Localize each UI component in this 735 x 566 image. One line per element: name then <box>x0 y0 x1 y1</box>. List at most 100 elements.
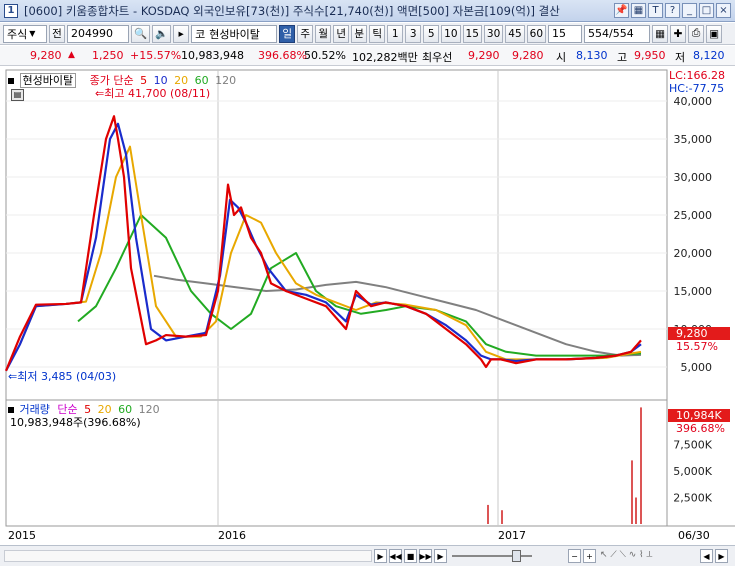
best-bid-price: 9,280 <box>512 49 544 62</box>
y-tick-label: 5,000 <box>681 361 713 374</box>
sync-icon[interactable]: T <box>648 3 663 18</box>
interval-select[interactable]: 15 <box>548 24 583 43</box>
scroll-left-arrow-icon[interactable]: ◀ <box>700 549 713 563</box>
current-price-label: 9,280 <box>676 327 708 340</box>
arrow-icon[interactable]: ▸ <box>173 24 190 43</box>
security-type-label: 주식 <box>7 27 28 41</box>
interval-45-button[interactable]: 45 <box>505 24 525 43</box>
zoom-slider-handle[interactable] <box>512 550 521 562</box>
left-arrow-icon: ⇐ <box>95 87 105 100</box>
volume-ratio: 396.68% <box>258 49 307 62</box>
legend-square-icon <box>8 407 14 413</box>
zoom-in-icon[interactable]: + <box>583 549 596 563</box>
price-volume-chart[interactable]: 40,00035,00030,00025,00020,00015,00010,0… <box>0 67 735 545</box>
interval-3-button[interactable]: 3 <box>405 24 422 43</box>
save-icon[interactable]: ▣ <box>706 24 723 43</box>
y-tick-label: 25,000 <box>674 209 713 222</box>
chart-settings-icon[interactable]: ▤ <box>11 89 24 101</box>
high-label: 고 <box>617 51 628 64</box>
period-day-tab[interactable]: 일 <box>279 24 296 43</box>
x-label-2016: 2016 <box>218 529 246 542</box>
volume-tick-label: 2,500K <box>673 492 712 505</box>
data-count-total: /554 <box>609 27 634 40</box>
data-count-field[interactable]: 554 /554 <box>584 24 651 43</box>
speaker-icon[interactable]: 🔈 <box>152 24 172 43</box>
interval-10-button[interactable]: 10 <box>441 24 461 43</box>
x-label-2017: 2017 <box>498 529 526 542</box>
y-tick-label: 20,000 <box>674 247 713 260</box>
low-note-text: 최저 3,485 (04/03) <box>17 370 117 383</box>
stock-name-label: 현성바이탈 <box>209 27 260 41</box>
current-volume-label: 10,984K <box>676 409 722 422</box>
help-icon[interactable]: ? <box>665 3 680 18</box>
best-ask-label: 최우선 <box>422 51 453 64</box>
volume-bars <box>487 407 642 524</box>
left-arrow-icon: ⇐ <box>8 370 18 383</box>
volume-value-note: 10,983,948주(396.68%) <box>10 416 141 429</box>
trade-volume: 10,983,948 <box>181 49 244 62</box>
play-icon[interactable]: ▶ <box>434 549 447 563</box>
chart-tools-icon[interactable]: ↖ ⟋ ⟍ ∿ ⌇ ⟂ <box>600 550 666 562</box>
window-controls: 📌 ▦ T ? _ □ × <box>614 3 731 18</box>
interval-15-button[interactable]: 15 <box>462 24 482 43</box>
chart-area[interactable]: 40,00035,00030,00025,00020,00015,00010,0… <box>0 67 735 545</box>
x-right-date: 06/30 <box>678 529 710 542</box>
period-year-tab[interactable]: 년 <box>333 24 350 43</box>
security-type-select[interactable]: 주식 ▼ <box>3 24 47 43</box>
volume-tick-label: 7,500K <box>673 439 712 452</box>
window-number-badge: 1 <box>4 3 18 18</box>
vol-ma120-legend: 120 <box>138 403 160 416</box>
print-icon[interactable]: ⎙ <box>688 24 705 43</box>
fast-forward-icon[interactable]: ▶▶ <box>419 549 432 563</box>
hc-indicator: HC:-77.75 <box>669 82 725 95</box>
zoom-out-icon[interactable]: − <box>568 549 581 563</box>
scroll-bar[interactable]: ▶ ◀◀ ■ ▶▶ ▶ − + ↖ ⟋ ⟍ ∿ ⌇ ⟂ ◀ ▶ <box>0 545 735 566</box>
interval-30-button[interactable]: 30 <box>483 24 504 43</box>
grid-icon[interactable]: ▦ <box>652 24 669 43</box>
stop-icon[interactable]: ■ <box>404 549 417 563</box>
scroll-right-icon[interactable]: ▶ <box>374 549 387 563</box>
interval-1-button[interactable]: 1 <box>387 24 404 43</box>
lc-indicator: LC:166.28 <box>669 69 726 82</box>
ma120-legend: 120 <box>215 74 237 87</box>
interval-60-button[interactable]: 60 <box>526 24 547 43</box>
y-tick-label: 30,000 <box>674 171 713 184</box>
trade-amount: 102,282백만 <box>352 51 418 64</box>
minimize-icon[interactable]: _ <box>682 3 697 18</box>
pin-icon[interactable]: 📌 <box>614 3 629 18</box>
stock-legend-label: 현성바이탈 <box>19 73 77 88</box>
up-arrow-icon: ▲ <box>68 50 75 60</box>
x-label-2015: 2015 <box>8 529 36 542</box>
interval-value: 15 <box>552 27 567 40</box>
stock-name-field[interactable]: 코 현성바이탈 <box>191 24 278 43</box>
interval-5-button[interactable]: 5 <box>423 24 440 43</box>
search-icon[interactable]: 🔍 <box>131 24 151 43</box>
low-label: 저 <box>675 51 686 64</box>
tile-icon[interactable]: ▦ <box>631 3 646 18</box>
maximize-icon[interactable]: □ <box>699 3 714 18</box>
stock-code-input[interactable]: 204990 <box>67 24 129 43</box>
close-icon[interactable]: × <box>716 3 731 18</box>
prev-button[interactable]: 전 <box>49 24 65 43</box>
price-change: 1,250 <box>92 49 124 62</box>
open-price: 8,130 <box>576 49 608 62</box>
ma-60-line <box>77 214 642 357</box>
scroll-right-arrow-icon[interactable]: ▶ <box>715 549 728 563</box>
volume-y-axis: 7,500K 5,000K 2,500K <box>673 439 712 505</box>
y-tick-label: 35,000 <box>674 133 713 146</box>
window-title: [0600] 키움종합차트 - KOSDAQ 외국인보유[73(천)] 주식수[… <box>24 3 560 18</box>
low-price: 8,120 <box>693 49 725 62</box>
high-price: 9,950 <box>634 49 666 62</box>
current-price: 9,280 <box>30 49 62 62</box>
crosshair-icon[interactable]: ✚ <box>670 24 687 43</box>
rewind-icon[interactable]: ◀◀ <box>389 549 402 563</box>
period-week-tab[interactable]: 주 <box>297 24 314 43</box>
high-note: ⇐최고 41,700 (08/11) <box>95 85 210 101</box>
chevron-down-icon: ▼ <box>29 29 36 38</box>
scroll-track[interactable] <box>4 550 372 562</box>
period-month-tab[interactable]: 월 <box>315 24 332 43</box>
high-note-text: 최고 41,700 (08/11) <box>104 87 211 100</box>
period-minute-tab[interactable]: 분 <box>351 24 368 43</box>
stock-code-value: 204990 <box>71 27 113 40</box>
period-tick-tab[interactable]: 틱 <box>369 24 386 43</box>
